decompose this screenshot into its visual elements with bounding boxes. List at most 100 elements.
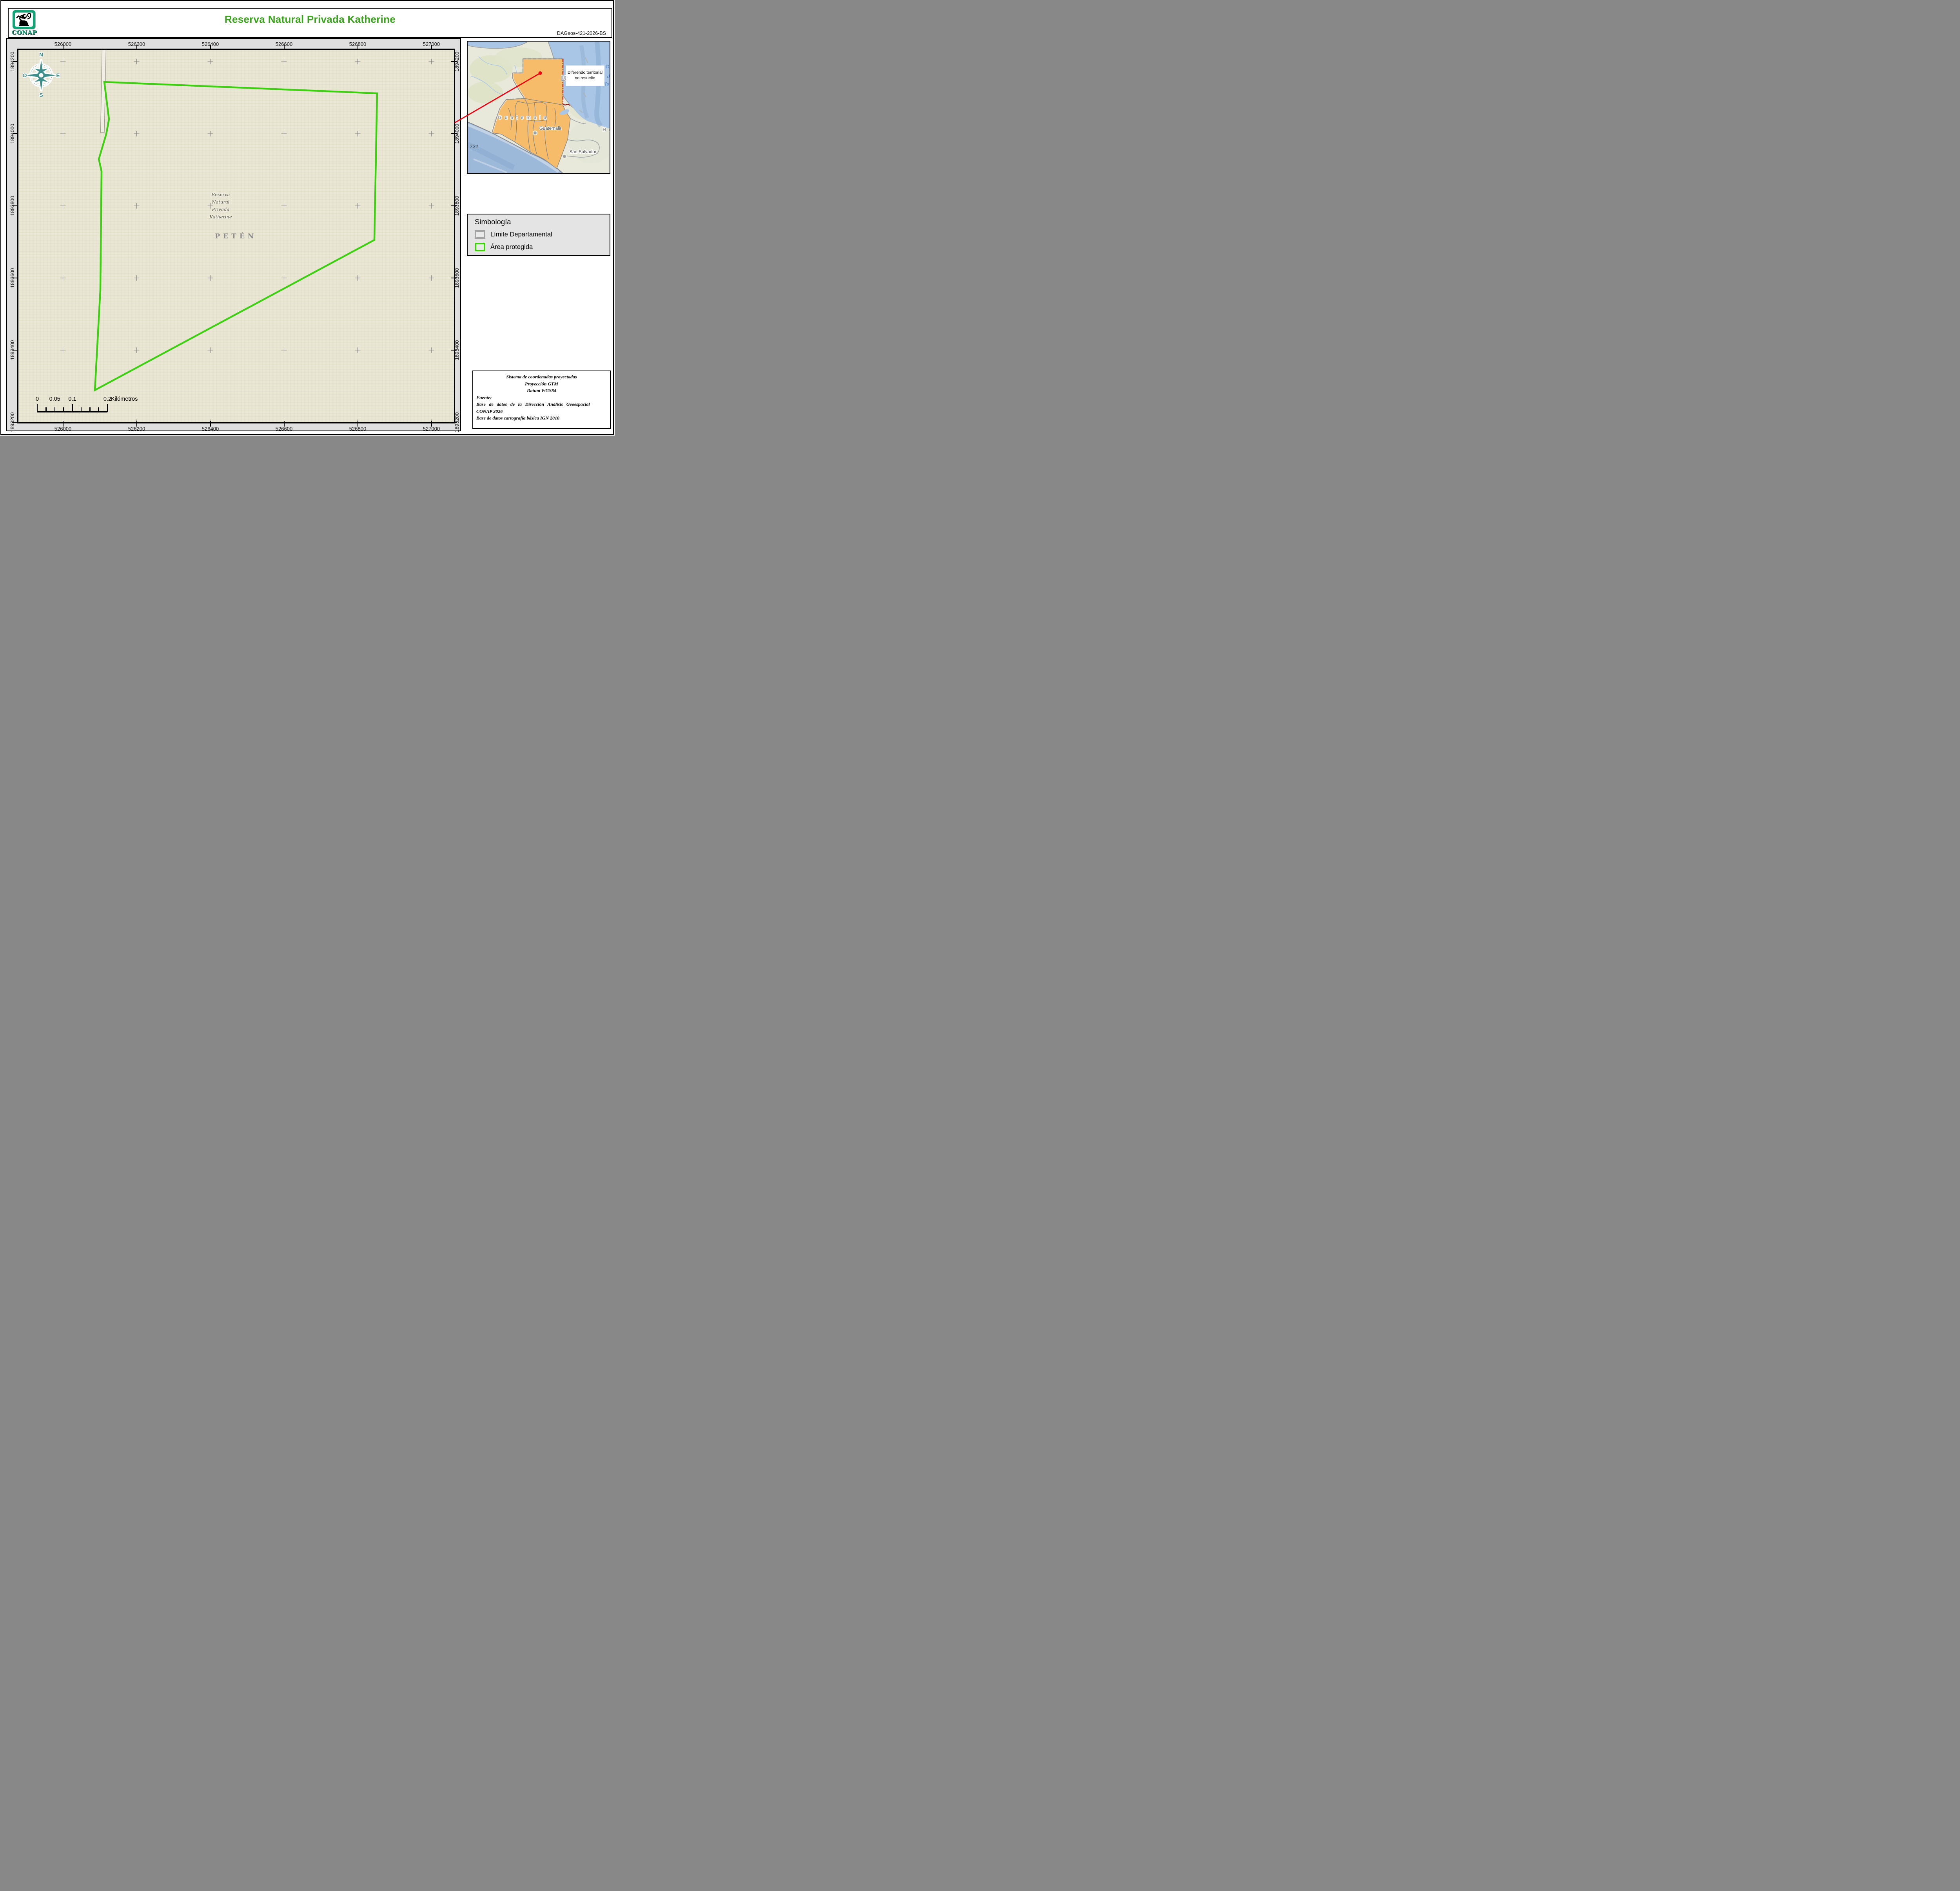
top-axis-tick xyxy=(62,45,64,50)
grid-cross xyxy=(60,347,66,353)
grid-cross xyxy=(134,275,140,281)
departmental-limit-swatch xyxy=(475,230,485,239)
crs-line: Sistema de coordenadas proyectadas xyxy=(506,374,577,380)
grid-cross xyxy=(60,275,66,281)
top-axis-tick xyxy=(136,45,137,50)
scale-bar: Kilómetros 0 0.05 0.1 0.2 xyxy=(34,396,163,416)
bottom-axis-tick xyxy=(62,421,64,427)
bottom-axis-label: 526800 xyxy=(349,426,367,432)
scale-bar-tick xyxy=(98,407,99,412)
metadata-box: Sistema de coordenadas proyectadas Proye… xyxy=(472,371,611,429)
grid-cross xyxy=(281,203,287,209)
scale-bar-tick xyxy=(80,407,82,412)
scale-bar-tick xyxy=(63,407,64,412)
legend-title: Simbología xyxy=(475,218,511,226)
grid-cross xyxy=(428,203,434,209)
right-axis-tick xyxy=(451,133,457,134)
legend-item-label: Área protegida xyxy=(490,243,533,251)
protected-area-swatch xyxy=(475,243,485,251)
scale-bar-tick xyxy=(72,404,73,412)
reserve-name-line: Natural xyxy=(212,199,230,205)
top-axis-tick xyxy=(431,45,432,50)
legend-item-area-protegida: Área protegida xyxy=(475,241,533,253)
inset-map-layer: B G u a t e m a l a Guatemala San Salvad… xyxy=(468,42,610,173)
svg-text:d: d xyxy=(607,74,610,79)
scale-bar-tick xyxy=(107,404,108,412)
grid-cross xyxy=(355,347,361,353)
reserve-name-line: Privada xyxy=(212,207,230,212)
bottom-axis-tick xyxy=(136,421,137,427)
grid-cross xyxy=(355,59,361,64)
grid-cross xyxy=(355,275,361,281)
right-axis-tick xyxy=(451,205,457,206)
map-frame: Reserva Natural Privada Katherine PETÉN xyxy=(6,38,461,432)
bottom-axis-tick xyxy=(283,421,285,427)
source-line-2: CONAP 2026 xyxy=(476,408,503,414)
grid-cross xyxy=(60,203,66,209)
left-axis-tick xyxy=(13,133,18,134)
left-axis-tick xyxy=(13,205,18,206)
bottom-axis-tick xyxy=(431,421,432,427)
svg-text:Gu: Gu xyxy=(606,64,610,69)
right-axis-tick xyxy=(451,422,457,423)
country-label: G u a t e m a l a xyxy=(498,115,547,120)
scale-bar-tick xyxy=(36,404,38,412)
left-axis-label: 1893200 xyxy=(9,405,16,436)
compass-e-label: E xyxy=(56,72,60,78)
source-line-3: Base de datos cartografía básica IGN 201… xyxy=(476,415,559,421)
compass-n-label: N xyxy=(39,51,43,58)
scale-bar-value: 0.2 xyxy=(103,396,112,402)
grid-cross xyxy=(355,131,361,136)
bottom-axis-tick xyxy=(210,421,211,427)
grid-cross xyxy=(428,275,434,281)
grid-cross xyxy=(134,347,140,353)
left-axis-tick xyxy=(13,422,18,423)
scale-bar-value: 0.05 xyxy=(49,396,60,402)
reserve-name-line: Katherine xyxy=(209,214,232,220)
bottom-axis-label: 526400 xyxy=(201,426,219,432)
map-canvas: Reserva Natural Privada Katherine PETÉN xyxy=(17,49,455,423)
grid-cross xyxy=(134,131,140,136)
grid-cross xyxy=(428,59,434,64)
grid-cross xyxy=(207,131,213,136)
grid-cross xyxy=(281,59,287,64)
projection-line: Proyección GTM xyxy=(525,381,558,387)
scale-bar-tick xyxy=(89,407,91,412)
page-title: Reserva Natural Privada Katherine xyxy=(224,13,396,25)
scale-bar-unit: Kilómetros xyxy=(111,396,138,402)
scale-bar-value: 0 xyxy=(35,396,39,402)
left-axis-tick xyxy=(13,61,18,62)
san-salvador-marker xyxy=(562,154,567,159)
honduras-partial-label: H o xyxy=(603,127,610,133)
scale-bar-tick xyxy=(54,407,55,412)
compass-rose-icon: N S E O xyxy=(23,51,60,99)
grid-cross xyxy=(60,59,66,64)
right-axis-label: 1893200 xyxy=(454,412,460,432)
compass-s-label: S xyxy=(39,92,43,98)
grid-cross xyxy=(207,275,213,281)
right-axis-tick xyxy=(451,61,457,62)
right-axis-tick xyxy=(451,350,457,351)
inset-leader-line-outside xyxy=(454,114,468,124)
legend: Simbología Límite Departamental Área pro… xyxy=(467,214,610,256)
grid-cross xyxy=(134,203,140,209)
grid-cross xyxy=(60,131,66,136)
datum-line: Datum WGS84 xyxy=(527,388,556,393)
bottom-axis-label: 526600 xyxy=(275,426,293,432)
grid-cross xyxy=(355,203,361,209)
document-id: DAGeos-421-2026-BS xyxy=(557,31,606,36)
source-line-1: Base de datos de la Dirección Análisis G… xyxy=(476,401,590,407)
reserve-location-dot xyxy=(538,71,542,75)
grid-cross xyxy=(207,347,213,353)
grid-cross xyxy=(281,275,287,281)
capital-city-marker xyxy=(532,130,538,136)
legend-item-label: Límite Departamental xyxy=(490,231,552,238)
territorial-dispute-note: Diferendo territorial no resuelto xyxy=(566,65,604,86)
inset-leader-line-outside xyxy=(454,114,468,124)
department-name-label: PETÉN xyxy=(215,233,257,240)
grid-cross xyxy=(207,59,213,64)
conap-logo-text: CONAP xyxy=(12,29,37,36)
reserve-name-label: Reserva Natural Privada Katherine xyxy=(203,191,238,221)
source-heading: Fuente: xyxy=(476,394,492,400)
grid-cross xyxy=(428,131,434,136)
